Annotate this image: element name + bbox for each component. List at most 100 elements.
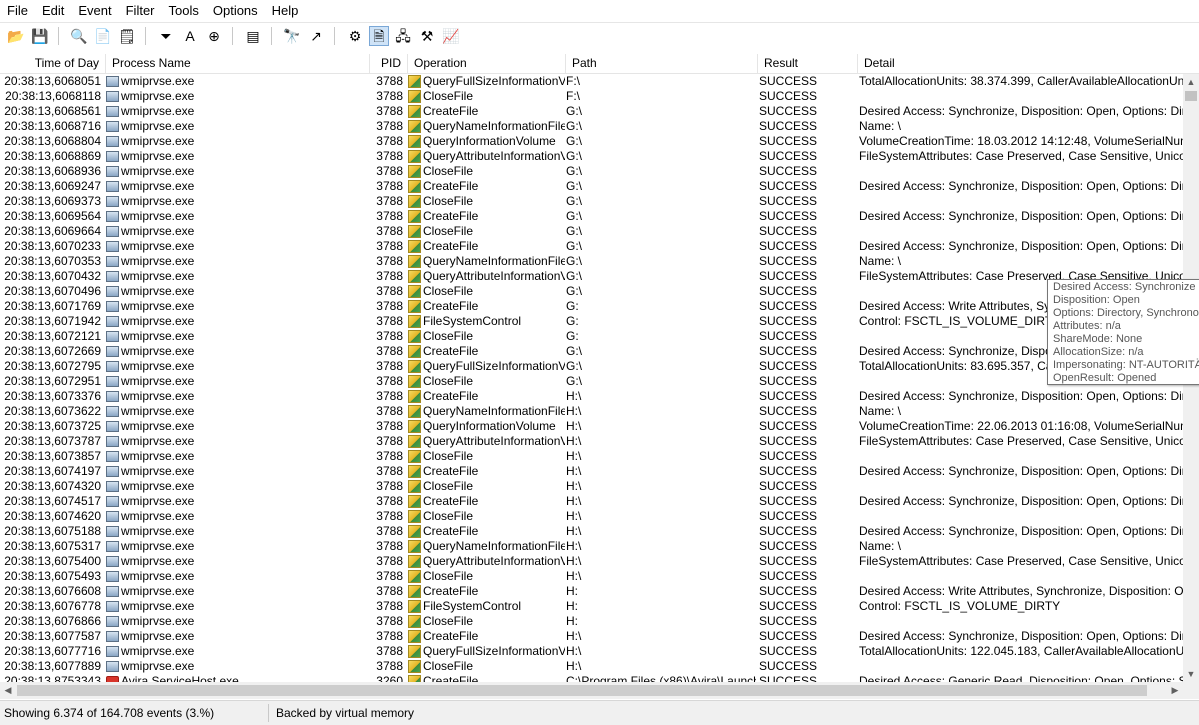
clear-icon[interactable]: 🗒 (117, 26, 137, 46)
table-row[interactable]: 20:38:13,6077716 wmiprvse.exe 3788 QueryFul… (0, 644, 1183, 659)
table-row[interactable]: 20:38:13,6072951 wmiprvse.exe 3788 CloseFil… (0, 374, 1183, 389)
column-header-path[interactable]: Path (566, 54, 758, 73)
profiling-icon[interactable]: 📈 (441, 26, 461, 46)
pid-cell: 3788 (376, 104, 403, 118)
table-row[interactable]: 20:38:13,6068804 wmiprvse.exe 3788 QueryInf… (0, 134, 1183, 149)
table-row[interactable]: 20:38:13,6068869 wmiprvse.exe 3788 QueryAtt… (0, 149, 1183, 164)
registry-activity-icon[interactable]: ⚙ (345, 26, 365, 46)
table-row[interactable]: 20:38:13,6075317 wmiprvse.exe 3788 QueryNam… (0, 539, 1183, 554)
pid-cell: 3788 (376, 344, 403, 358)
jump-icon[interactable]: ↗ (306, 26, 326, 46)
table-row[interactable]: 20:38:13,6070496 wmiprvse.exe 3788 CloseFil… (0, 284, 1183, 299)
table-row[interactable]: 20:38:13,6073725 wmiprvse.exe 3788 QueryInf… (0, 419, 1183, 434)
column-header-time[interactable]: Time of Day (0, 54, 106, 73)
table-row[interactable]: 20:38:13,6072795 wmiprvse.exe 3788 QueryFul… (0, 359, 1183, 374)
table-row[interactable]: 20:38:13,6071942 wmiprvse.exe 3788 FileSyst… (0, 314, 1183, 329)
column-header-pid[interactable]: PID (370, 54, 408, 73)
menu-filter[interactable]: Filter (119, 0, 162, 22)
table-row[interactable]: 20:38:13,6074517 wmiprvse.exe 3788 CreateFi… (0, 494, 1183, 509)
autoscroll-icon[interactable]: 📄 (93, 26, 113, 46)
detail-cell (859, 449, 1183, 464)
result-cell: SUCCESS (759, 509, 818, 523)
time-cell: 20:38:13,8753343 (4, 674, 101, 682)
table-row[interactable]: 20:38:13,6073622 wmiprvse.exe 3788 QueryNam… (0, 404, 1183, 419)
vertical-scroll-thumb[interactable] (1185, 91, 1197, 101)
process-activity-icon[interactable]: ⚒ (417, 26, 437, 46)
time-cell: 20:38:13,6077889 (4, 659, 101, 673)
table-row[interactable]: 20:38:13,6068936 wmiprvse.exe 3788 CloseFil… (0, 164, 1183, 179)
menu-options[interactable]: Options (206, 0, 265, 22)
table-row[interactable]: 20:38:13,6073857 wmiprvse.exe 3788 CloseFil… (0, 449, 1183, 464)
column-header-result[interactable]: Result (758, 54, 858, 73)
table-row[interactable]: 20:38:13,6077587 wmiprvse.exe 3788 CreateFi… (0, 629, 1183, 644)
table-row[interactable]: 20:38:13,6069247 wmiprvse.exe 3788 CreateFi… (0, 179, 1183, 194)
table-row[interactable]: 20:38:13,6074620 wmiprvse.exe 3788 CloseFil… (0, 509, 1183, 524)
table-row[interactable]: 20:38:13,6068716 wmiprvse.exe 3788 QueryNam… (0, 119, 1183, 134)
column-header-detail[interactable]: Detail (858, 54, 1199, 73)
table-row[interactable]: 20:38:13,6073376 wmiprvse.exe 3788 CreateFi… (0, 389, 1183, 404)
highlight-icon[interactable]: A (180, 26, 200, 46)
table-row[interactable]: 20:38:13,6076778 wmiprvse.exe 3788 FileSyst… (0, 599, 1183, 614)
detail-cell (859, 479, 1183, 494)
open-folder-icon[interactable]: 📂 (6, 26, 26, 46)
operation-name: CreateFile (423, 209, 479, 223)
scroll-down-icon[interactable]: ▼ (1183, 666, 1199, 682)
target-icon[interactable]: ⊕ (204, 26, 224, 46)
path-cell: H:\ (566, 389, 582, 403)
scroll-left-icon[interactable]: ◀ (0, 682, 16, 699)
table-row[interactable]: 20:38:13,6068561 wmiprvse.exe 3788 CreateFi… (0, 104, 1183, 119)
file-activity-icon[interactable]: 🗎 (369, 25, 389, 46)
horizontal-scroll-thumb[interactable] (17, 685, 1147, 696)
process-name: wmiprvse.exe (121, 404, 195, 418)
table-row[interactable]: 20:38:13,6075188 wmiprvse.exe 3788 CreateFi… (0, 524, 1183, 539)
process-icon (106, 361, 119, 372)
scroll-right-icon[interactable]: ▶ (1167, 682, 1183, 699)
table-row[interactable]: 20:38:13,6070233 wmiprvse.exe 3788 CreateFi… (0, 239, 1183, 254)
table-row[interactable]: 20:38:13,6071769 wmiprvse.exe 3788 CreateFi… (0, 299, 1183, 314)
table-row[interactable]: 20:38:13,6076608 wmiprvse.exe 3788 CreateFi… (0, 584, 1183, 599)
table-row[interactable]: 20:38:13,6073787 wmiprvse.exe 3788 QueryAtt… (0, 434, 1183, 449)
column-header-operation[interactable]: Operation (408, 54, 566, 73)
table-row[interactable]: 20:38:13,8753343 Avira.ServiceHost.exe 326… (0, 674, 1183, 682)
table-row[interactable]: 20:38:13,6075493 wmiprvse.exe 3788 CloseFil… (0, 569, 1183, 584)
detail-cell (859, 164, 1183, 179)
pid-cell: 3788 (376, 89, 403, 103)
path-cell: G:\ (566, 224, 583, 238)
table-row[interactable]: 20:38:13,6070353 wmiprvse.exe 3788 QueryNam… (0, 254, 1183, 269)
time-cell: 20:38:13,6075493 (4, 569, 101, 583)
result-cell: SUCCESS (759, 134, 818, 148)
magnifier-icon[interactable]: 🔍 (69, 26, 89, 46)
process-icon (106, 91, 119, 102)
menu-file[interactable]: File (0, 0, 35, 22)
table-row[interactable]: 20:38:13,6076866 wmiprvse.exe 3788 CloseFil… (0, 614, 1183, 629)
network-activity-icon[interactable]: 🖧 (393, 26, 413, 46)
table-row[interactable]: 20:38:13,6068051 wmiprvse.exe 3788 QueryFul… (0, 74, 1183, 89)
menu-event[interactable]: Event (71, 0, 118, 22)
process-tree-icon[interactable]: ▤ (243, 26, 263, 46)
table-row[interactable]: 20:38:13,6072121 wmiprvse.exe 3788 CloseFil… (0, 329, 1183, 344)
menu-tools[interactable]: Tools (162, 0, 206, 22)
table-row[interactable]: 20:38:13,6077889 wmiprvse.exe 3788 CloseFil… (0, 659, 1183, 674)
filter-icon[interactable]: ⏷ (156, 26, 176, 46)
menu-edit[interactable]: Edit (35, 0, 71, 22)
table-row[interactable]: 20:38:13,6068118 wmiprvse.exe 3788 CloseFil… (0, 89, 1183, 104)
find-icon[interactable]: 🔭 (282, 26, 302, 46)
table-row[interactable]: 20:38:13,6069373 wmiprvse.exe 3788 CloseFil… (0, 194, 1183, 209)
result-cell: SUCCESS (759, 629, 818, 643)
horizontal-scrollbar[interactable]: ◀ ▶ (0, 682, 1183, 699)
table-row[interactable]: 20:38:13,6074320 wmiprvse.exe 3788 CloseFil… (0, 479, 1183, 494)
scroll-up-icon[interactable]: ▲ (1183, 74, 1199, 90)
save-icon[interactable]: 💾 (30, 26, 50, 46)
table-row[interactable]: 20:38:13,6069664 wmiprvse.exe 3788 CloseFil… (0, 224, 1183, 239)
table-row[interactable]: 20:38:13,6075400 wmiprvse.exe 3788 QueryAtt… (0, 554, 1183, 569)
time-cell: 20:38:13,6074620 (4, 509, 101, 523)
detail-cell (859, 659, 1183, 674)
path-cell: G:\ (566, 374, 583, 388)
table-row[interactable]: 20:38:13,6070432 wmiprvse.exe 3788 QueryAtt… (0, 269, 1183, 284)
menu-help[interactable]: Help (265, 0, 306, 22)
path-cell: G:\ (566, 209, 583, 223)
column-header-process[interactable]: Process Name (106, 54, 370, 73)
table-row[interactable]: 20:38:13,6074197 wmiprvse.exe 3788 CreateFi… (0, 464, 1183, 479)
table-row[interactable]: 20:38:13,6069564 wmiprvse.exe 3788 CreateFi… (0, 209, 1183, 224)
table-row[interactable]: 20:38:13,6072669 wmiprvse.exe 3788 CreateFi… (0, 344, 1183, 359)
